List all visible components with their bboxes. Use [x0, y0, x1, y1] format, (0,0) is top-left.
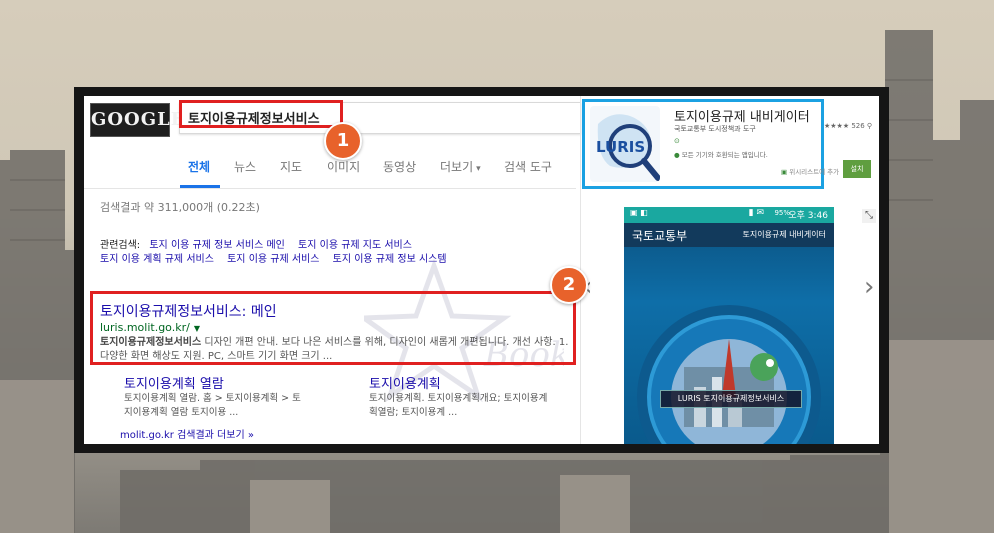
screenshot-frame: GOOGLE 토지이용규제정보서비스 전체 뉴스 지도 이미지 동영상 더보기 ▾…	[74, 87, 889, 453]
phone-app-header: 국토교통부 토지이용규제 내비게이터	[624, 223, 834, 247]
tab-search-tools[interactable]: 검색 도구	[504, 158, 552, 175]
tab-all[interactable]: 전체	[188, 158, 210, 175]
search-results-panel: GOOGLE 토지이용규제정보서비스 전체 뉴스 지도 이미지 동영상 더보기 ▾…	[84, 96, 879, 444]
related-link[interactable]: 토지 이용 규제 정보 서비스 메인	[149, 240, 285, 251]
notification-icons: ▣ ◧	[630, 208, 648, 217]
result-stats: 검색결과 약 311,000개 (0.22초)	[100, 201, 260, 214]
step-badge-2: 2	[550, 266, 588, 304]
more-results-link[interactable]: molit.go.kr 검색결과 더보기 »	[120, 426, 254, 441]
tab-more-label: 더보기	[440, 160, 474, 174]
query-highlight-box	[179, 100, 343, 128]
step-badge-1: 1	[324, 122, 362, 160]
sitelink-title[interactable]: 토지이용계획	[369, 373, 441, 392]
app-compat-text: ● 모든 기기와 호환되는 앱입니다.	[674, 149, 768, 159]
app-title[interactable]: 토지이용규제 내비게이터	[674, 106, 810, 125]
signal-icon: ▮ ✉	[748, 208, 764, 218]
tab-news[interactable]: 뉴스	[234, 158, 256, 175]
sitelink-desc: 토지이용계획. 토지이용계획개요; 토지이용계획열람; 토지이용계 ...	[369, 393, 548, 418]
app-screenshot[interactable]: ▣ ◧ ▮ ✉ 95% 오후 3:46 국토교통부 토지이용규제 내비게이터 L…	[624, 207, 834, 444]
chevron-down-icon: ▾	[476, 164, 481, 174]
sitelink-title[interactable]: 토지이용계획 열람	[124, 373, 224, 392]
check-icon: ●	[674, 151, 682, 159]
related-link[interactable]: 토지 이용 규제 서비스	[227, 254, 319, 265]
result-snippet: 토지이용규제정보서비스 디자인 개편 안내. 보다 나은 서비스를 위해, 디자…	[100, 336, 570, 364]
compat-text: 모든 기기와 호환되는 앱입니다.	[681, 151, 768, 159]
related-link[interactable]: 토지 이용 계획 규제 서비스	[100, 254, 214, 265]
result-url-text: luris.molit.go.kr/	[100, 321, 190, 334]
tab-more[interactable]: 더보기 ▾	[440, 158, 481, 175]
wishlist-text: 위시리스트에 추가	[789, 168, 840, 176]
app-developer[interactable]: 국토교통부 도시정책과 도구	[674, 124, 756, 134]
snippet-bold: 토지이용규제정보서비스	[100, 337, 202, 348]
app-rating: ★★★★ 526 ⚲	[824, 122, 873, 130]
tab-videos[interactable]: 동영상	[383, 158, 416, 175]
phone-header-right: 토지이용규제 내비게이터	[742, 230, 826, 239]
google-logo[interactable]: GOOGLE	[90, 103, 184, 137]
install-button[interactable]: 설치	[843, 160, 871, 178]
sitelink-desc: 토지이용계획 열람. 홈 > 토지이용계획 > 토지이용계획 열람 토지이용 .…	[124, 393, 301, 418]
luris-app-icon[interactable]: LURIS	[590, 106, 660, 182]
search-tabs: 전체 뉴스 지도 이미지 동영상 더보기 ▾ 검색 도구	[84, 154, 576, 189]
chevron-right-icon[interactable]: ›	[864, 272, 874, 302]
caret-down-icon: ▼	[193, 324, 200, 333]
result-title-link[interactable]: 토지이용규제정보서비스: 메인	[100, 301, 277, 321]
related-label: 관련검색:	[100, 240, 141, 251]
tab-maps[interactable]: 지도	[280, 158, 302, 175]
tab-images[interactable]: 이미지	[327, 158, 360, 175]
expand-icon[interactable]: ⤡	[862, 209, 876, 223]
phone-status-bar: ▣ ◧ ▮ ✉ 95% 오후 3:46	[624, 207, 834, 223]
phone-luris-badge: LURIS 토지이용규제정보서비스	[660, 390, 802, 408]
active-tab-indicator	[180, 185, 220, 188]
status-time: 오후 3:46	[788, 211, 828, 221]
info-dot-icon: ⊙	[674, 137, 680, 145]
app-icon-text: LURIS	[596, 138, 645, 156]
result-url[interactable]: luris.molit.go.kr/▼	[100, 321, 200, 334]
phone-globe-graphic	[637, 305, 821, 444]
bookmark-icon: ▣	[781, 168, 790, 176]
related-link[interactable]: 토지 이용 규제 지도 서비스	[298, 240, 412, 251]
wishlist-link[interactable]: ▣ 위시리스트에 추가	[781, 166, 839, 176]
phone-header-left: 국토교통부	[632, 229, 688, 243]
